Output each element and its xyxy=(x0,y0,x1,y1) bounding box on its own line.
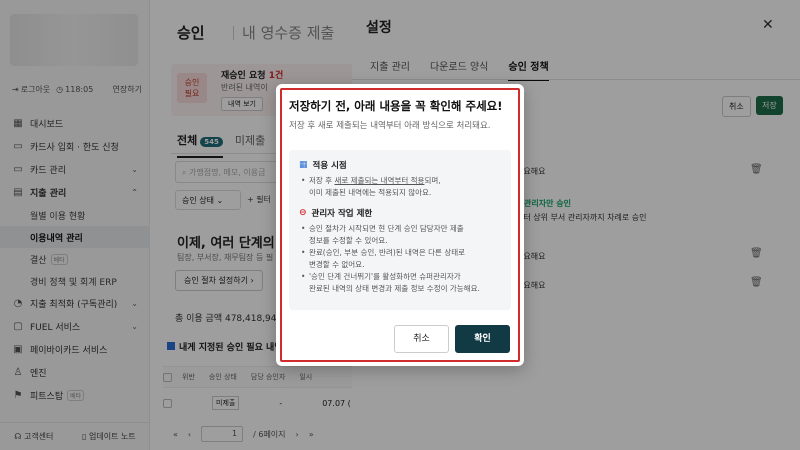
list-item: 완료(승인, 부분 승인, 반려)된 내역은 다른 상태로변경할 수 없어요. xyxy=(299,247,501,271)
dialog-title: 저장하기 전, 아래 내용을 꼭 확인해 주세요! xyxy=(289,99,503,113)
admin-restriction-list: 승인 절차가 시작되면 현 단계 승인 담당자만 제출정보를 수정할 수 있어요… xyxy=(299,223,501,295)
dialog-cancel-button[interactable]: 취소 xyxy=(394,325,449,353)
section-application-time: ▦ 적용 시점 xyxy=(299,160,347,171)
confirm-save-dialog: 저장하기 전, 아래 내용을 꼭 확인해 주세요! 저장 후 새로 제출되는 내… xyxy=(276,84,524,366)
section-admin-restriction: ⊖ 관리자 작업 제한 xyxy=(299,208,373,219)
calendar-icon: ▦ xyxy=(299,160,308,170)
dialog-confirm-button[interactable]: 확인 xyxy=(455,325,510,353)
list-item: 승인 절차가 시작되면 현 단계 승인 담당자만 제출정보를 수정할 수 있어요… xyxy=(299,223,501,247)
dialog-subtitle: 저장 후 새로 제출되는 내역부터 아래 방식으로 처리돼요. xyxy=(289,121,491,131)
list-item: 저장 후 새로 제출되는 내역부터 적용되며,이미 제출된 내역에는 적용되지 … xyxy=(299,175,501,199)
dialog-info-box: ▦적용 시점 저장 후 새로 제출되는 내역부터 적용되며,이미 제출된 내역에… xyxy=(289,150,511,310)
list-item: '승인 단계 건너뛰기'를 활성화하면 슈퍼관리자가완료된 내역의 상태 변경과… xyxy=(299,271,501,295)
minus-circle-icon: ⊖ xyxy=(299,208,307,218)
application-time-list: 저장 후 새로 제출되는 내역부터 적용되며,이미 제출된 내역에는 적용되지 … xyxy=(299,175,501,199)
